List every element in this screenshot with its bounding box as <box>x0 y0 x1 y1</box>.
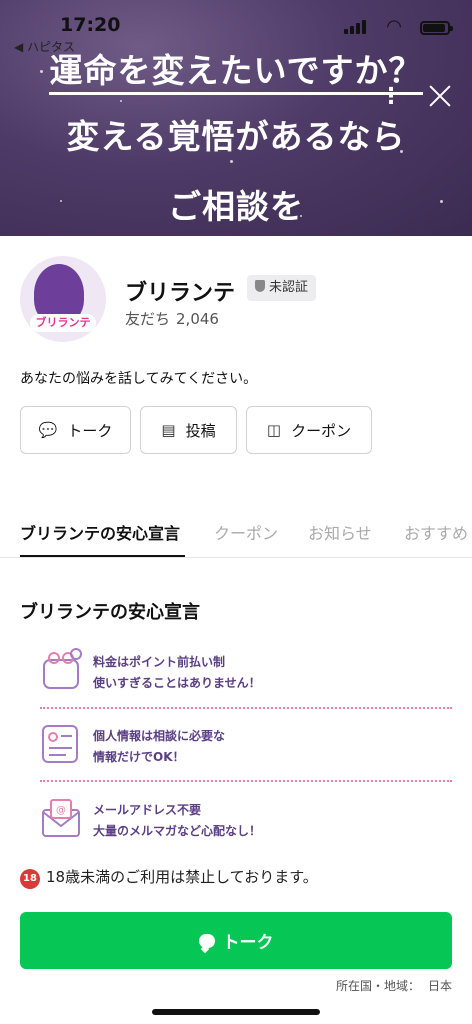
feature-text: 個人情報は相談に必要な 情報だけでOK！ <box>93 729 226 764</box>
talk-button[interactable]: 💬 トーク <box>20 406 131 454</box>
verification-badge: 未認証 <box>247 275 317 301</box>
tab-bar: ブリランテの安心宣言 クーポン お知らせ おすすめ <box>0 508 472 558</box>
post-button-label: 投稿 <box>185 421 216 440</box>
active-tab-indicator <box>20 555 185 557</box>
coupon-button[interactable]: ◫ クーポン <box>246 406 372 454</box>
talk-button-label: トーク <box>67 421 113 440</box>
hero-banner: 17:20 ◀ ハピタス ◠ 運命を変えたいですか？ 変える覚悟があるなら ご相… <box>0 0 472 236</box>
account-name: ブリランテ <box>125 281 236 306</box>
home-indicator[interactable] <box>152 1009 320 1015</box>
divider <box>40 707 452 709</box>
close-icon[interactable] <box>428 84 452 108</box>
more-vertical-icon[interactable]: ⋮ <box>380 86 402 108</box>
feature-text: 料金はポイント前払い制 使いすぎることはありません！ <box>93 655 261 690</box>
notice-text: 18歳未満のご利用は禁止しております。 <box>46 868 318 886</box>
signal-icon <box>344 20 368 34</box>
feature-text: メールアドレス不要 大量のメルマガなど心配なし！ <box>93 803 262 838</box>
age-18-icon: 18 <box>20 869 40 889</box>
envelope-icon: @ <box>42 799 80 837</box>
avatar-logo-text: ブリランテ <box>30 314 96 332</box>
location-value: 日本 <box>427 979 452 993</box>
account-intro: あなたの悩みを話してみてください。 <box>20 371 258 387</box>
hero-subline: 変える覚悟があるなら <box>66 117 406 156</box>
avatar[interactable]: ブリランテ <box>20 256 106 342</box>
friends-label: 友だち <box>125 310 171 328</box>
shield-icon <box>255 280 265 292</box>
feature-item: 個人情報は相談に必要な 情報だけでOK！ <box>40 722 452 782</box>
cta-label: トーク <box>222 933 274 953</box>
tab-news[interactable]: お知らせ <box>308 520 372 544</box>
coupon-icon: ◫ <box>266 421 282 439</box>
feature-item: @ メールアドレス不要 大量のメルマガなど心配なし！ <box>40 796 452 856</box>
document-icon: ▤ <box>161 421 176 439</box>
post-button[interactable]: ▤ 投稿 <box>140 406 237 454</box>
friends-count: 友だち 2,046 <box>125 308 219 329</box>
divider <box>40 780 452 782</box>
coin-purse-icon <box>43 648 82 689</box>
location-label: 所在国・地域： <box>335 979 420 993</box>
friends-number: 2,046 <box>176 310 219 328</box>
wifi-icon: ◠ <box>386 16 402 37</box>
feature-item: 料金はポイント前払い制 使いすぎることはありません！ <box>40 648 452 708</box>
tab-coupon[interactable]: クーポン <box>214 520 278 544</box>
location-info: 所在国・地域： 日本 <box>336 977 452 994</box>
id-document-icon <box>42 725 78 763</box>
status-time: 17:20 <box>60 14 121 36</box>
hero-tagline: ご相談を <box>168 187 304 226</box>
section-title: ブリランテの安心宣言 <box>20 602 200 623</box>
tab-anshin-sengen[interactable]: ブリランテの安心宣言 <box>20 520 180 544</box>
battery-icon <box>420 21 453 35</box>
talk-cta-button[interactable]: トーク <box>20 912 452 969</box>
chat-bubble-icon: 💬 <box>38 421 58 439</box>
chat-bubble-icon <box>198 933 215 948</box>
badge-label: 未認証 <box>269 280 309 295</box>
tab-recommend[interactable]: おすすめ <box>404 520 468 544</box>
svg-text:@: @ <box>56 805 66 816</box>
age-restriction-notice: 18 18歳未満のご利用は禁止しております。 <box>20 866 318 889</box>
coupon-button-label: クーポン <box>291 421 352 440</box>
